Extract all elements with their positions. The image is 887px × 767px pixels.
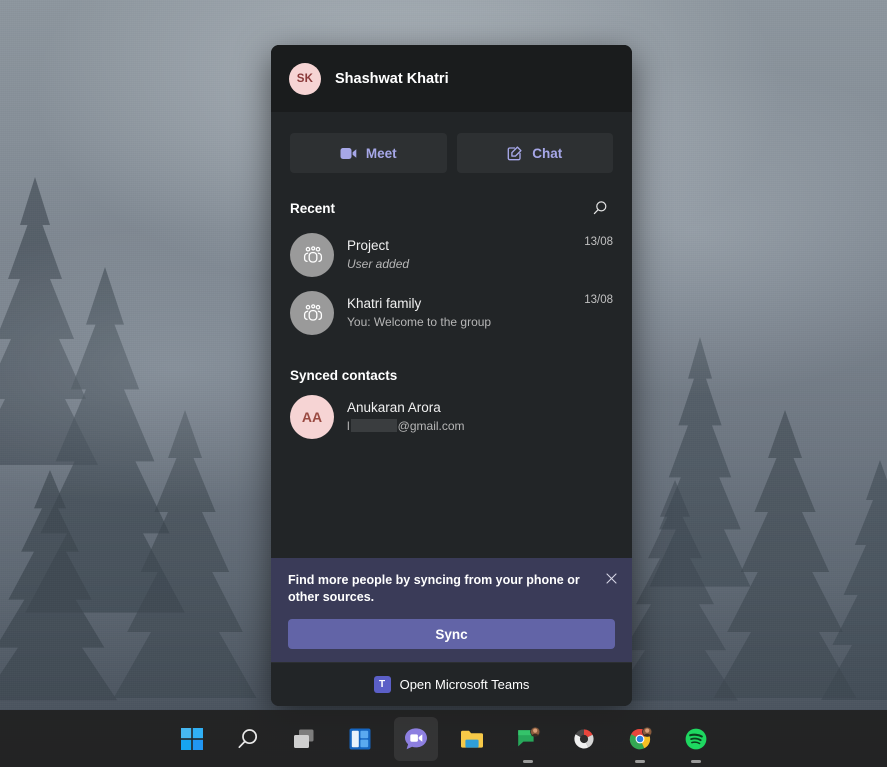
chrome-button[interactable] [618,717,662,761]
contact-email-prefix: l [347,419,350,433]
running-indicator [523,760,533,763]
start-button[interactable] [170,717,214,761]
recent-title: Recent [290,201,335,216]
sync-banner-text: Find more people by syncing from your ph… [288,572,615,606]
recent-list: Project User added 13/08 [271,226,632,342]
redaction-box [351,419,397,432]
chrome-icon [627,726,653,752]
widgets-icon [347,726,373,752]
chat-name: Khatri family [347,295,576,313]
task-view-icon [291,726,317,752]
meet-button[interactable]: Meet [290,133,447,173]
list-item-text: Project User added [347,237,576,273]
list-item[interactable]: AA Anukaran Arora l @gmail.com [271,388,632,446]
synced-contacts-list: AA Anukaran Arora l @gmail.com [271,388,632,446]
file-explorer-button[interactable] [450,717,494,761]
group-people-icon [290,291,334,335]
search-button[interactable] [226,717,270,761]
chat-preview: You: Welcome to the group [347,314,576,331]
panel-spacer [271,446,632,558]
taskbar [0,710,887,767]
contact-email: l @gmail.com [347,418,613,435]
synced-contacts-title: Synced contacts [290,368,397,383]
search-icon [235,726,261,752]
list-item-text: Khatri family You: Welcome to the group [347,295,576,331]
whatsapp-button[interactable] [506,717,550,761]
chat-preview: User added [347,256,576,273]
compose-icon [507,145,523,161]
list-item[interactable]: Khatri family You: Welcome to the group … [271,284,632,342]
windows-start-icon [179,726,205,752]
contact-email-suffix: @gmail.com [398,419,465,433]
teams-chat-icon [403,726,429,752]
chat-button[interactable]: Chat [457,133,614,173]
teams-chat-button[interactable] [394,717,438,761]
file-explorer-icon [459,726,485,752]
action-buttons: Meet Chat [271,112,632,173]
chat-name: Project [347,237,576,255]
running-indicator [691,760,701,763]
chrome-loading-icon [571,726,597,752]
list-item[interactable]: Project User added 13/08 [271,226,632,284]
meet-label: Meet [366,146,397,161]
sync-button[interactable]: Sync [288,619,615,649]
chat-label: Chat [532,146,562,161]
recent-section-header: Recent [271,173,632,226]
contact-name: Anukaran Arora [347,399,613,417]
search-icon[interactable] [587,195,613,221]
task-view-button[interactable] [282,717,326,761]
chrome-loading-button[interactable] [562,717,606,761]
teams-chat-flyout: SK Shashwat Khatri Meet [271,45,632,706]
avatar: AA [290,395,334,439]
video-camera-icon [340,147,357,160]
spotify-button[interactable] [674,717,718,761]
profile-name: Shashwat Khatri [335,71,449,87]
spotify-icon [683,726,709,752]
desktop: SK Shashwat Khatri Meet [0,0,887,767]
profile-header: SK Shashwat Khatri [271,45,632,112]
sync-banner: Find more people by syncing from your ph… [271,558,632,662]
close-icon[interactable] [602,569,620,587]
chat-timestamp: 13/08 [584,291,613,306]
microsoft-teams-icon: T [374,676,391,693]
running-indicator [635,760,645,763]
chat-timestamp: 13/08 [584,233,613,248]
open-microsoft-teams-button[interactable]: T Open Microsoft Teams [271,662,632,706]
group-people-icon [290,233,334,277]
list-item-text: Anukaran Arora l @gmail.com [347,399,613,435]
avatar: SK [289,63,321,95]
open-teams-label: Open Microsoft Teams [400,677,530,692]
whatsapp-icon [515,726,541,752]
synced-contacts-header: Synced contacts [271,342,632,388]
widgets-button[interactable] [338,717,382,761]
